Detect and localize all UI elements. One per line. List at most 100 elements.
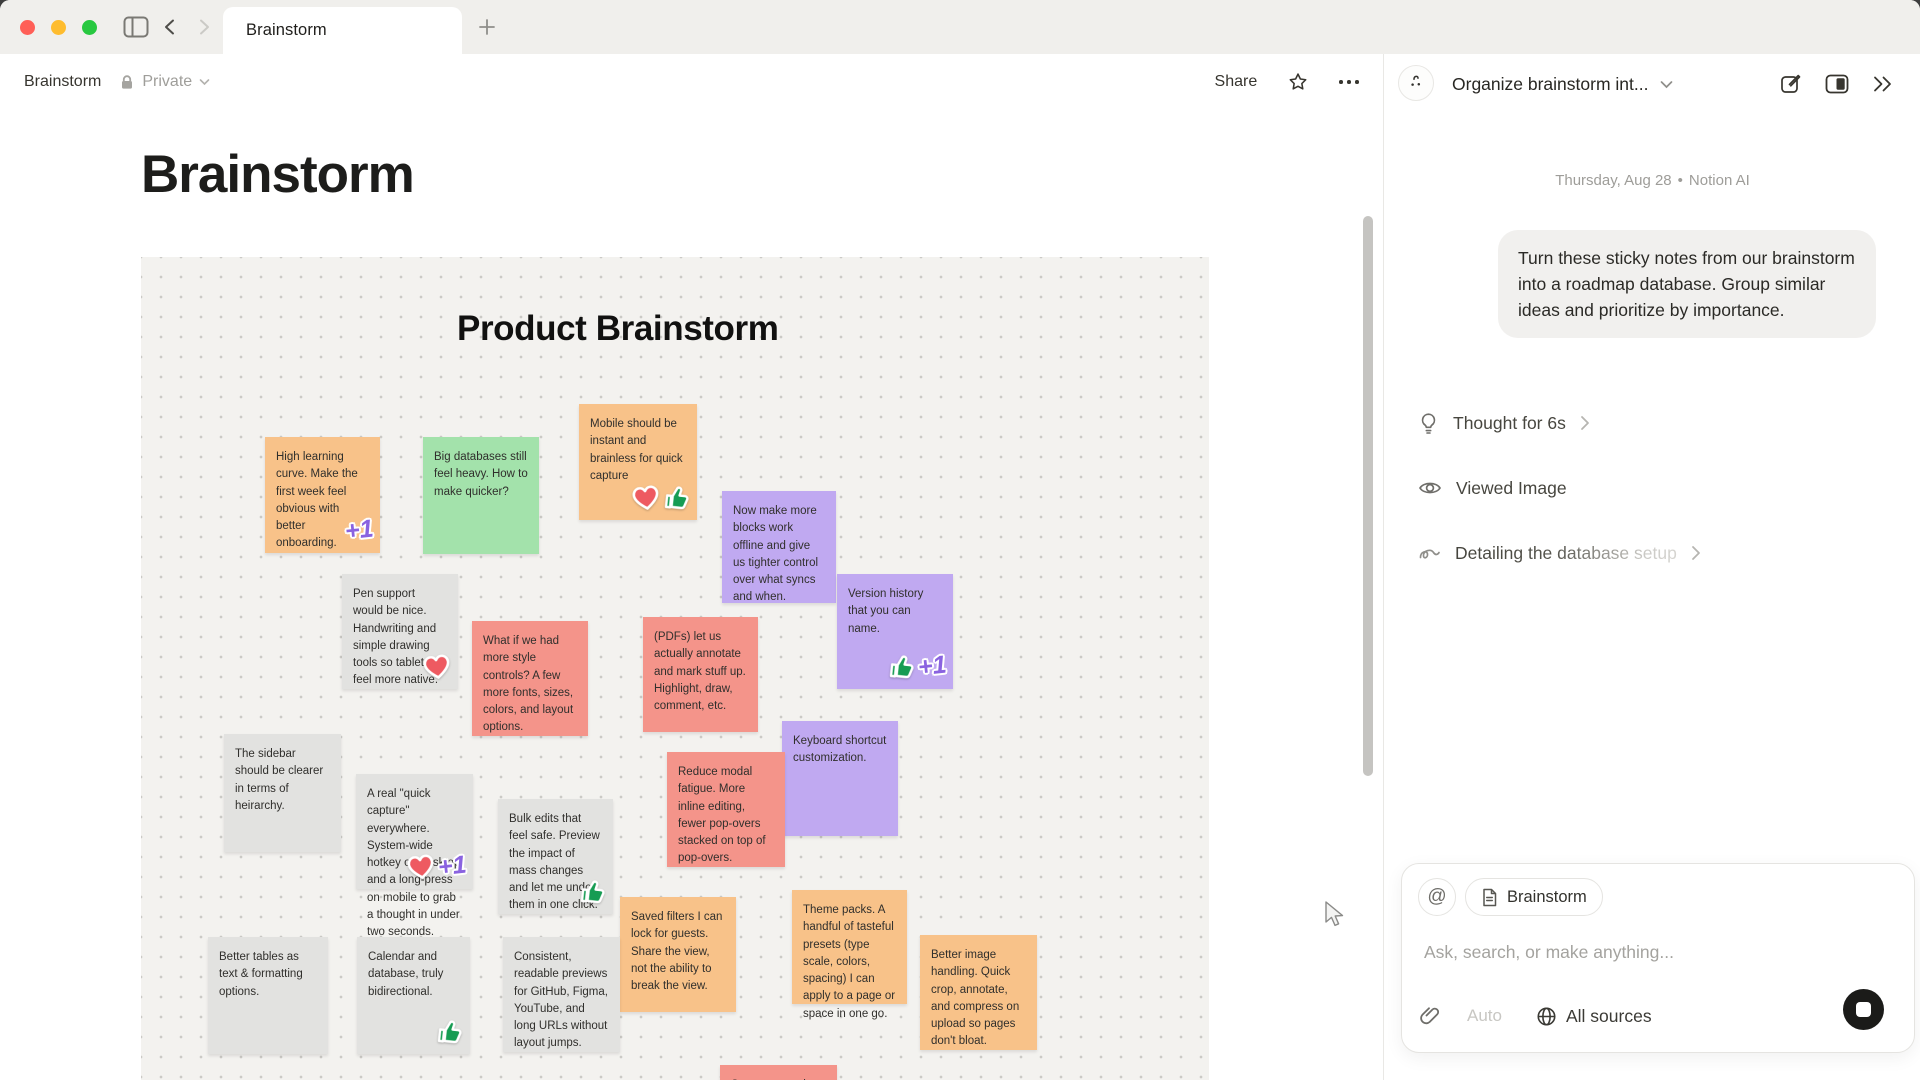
thumbs-up-sticker-icon — [578, 877, 609, 908]
sticker-row: +1 — [406, 852, 467, 881]
chevron-right-icon — [1580, 415, 1590, 431]
zoom-button[interactable] — [82, 20, 97, 35]
privacy-dropdown[interactable]: Private — [119, 73, 210, 91]
ai-step-row[interactable]: Detailing the database setup — [1418, 536, 1701, 570]
stop-button[interactable] — [1843, 989, 1884, 1030]
canvas-title: Product Brainstorm — [457, 309, 778, 349]
paperclip-icon — [1420, 1005, 1441, 1027]
chevron-right-icon — [1691, 545, 1701, 561]
chevron-down-icon — [199, 78, 210, 86]
thumbs-up-sticker-icon — [662, 483, 693, 514]
ai-step-row[interactable]: Thought for 6s — [1418, 406, 1701, 440]
lock-icon — [119, 74, 135, 91]
sticky-note-text: Big databases still feel heavy. How to m… — [434, 449, 528, 501]
collapse-panel-button[interactable] — [1872, 75, 1894, 93]
globe-icon — [1536, 1006, 1557, 1027]
sidebar-icon — [123, 16, 149, 38]
auto-mode-button[interactable]: Auto — [1467, 1006, 1502, 1026]
app-window: Brainstorm Brainstorm Private Share — [0, 0, 1920, 1080]
compose-icon — [1780, 73, 1802, 95]
sticky-note: Saved filters I can lock for guests. Sha… — [620, 897, 736, 1012]
sticker-row — [422, 653, 452, 681]
share-button[interactable]: Share — [1215, 73, 1258, 91]
attach-button[interactable] — [1420, 1005, 1441, 1027]
sticky-note-text: Better tables as text & formatting optio… — [219, 949, 317, 1001]
panel-layout-button[interactable] — [1825, 74, 1849, 94]
sticker-row — [631, 484, 691, 512]
thumbs-up-sticker-icon — [435, 1017, 466, 1048]
context-chip-label: Brainstorm — [1507, 888, 1587, 907]
minimize-button[interactable] — [51, 20, 66, 35]
ai-step-label: Viewed Image — [1456, 478, 1567, 499]
sticky-note: Calendar and database, truly bidirection… — [357, 937, 470, 1054]
thread-title: Organize brainstorm int... — [1452, 74, 1648, 95]
sticky-note: (PDFs) let us actually annotate and mark… — [643, 617, 758, 732]
sticky-note-text: Better image handling. Quick crop, annot… — [931, 947, 1026, 1051]
loop-icon — [1418, 544, 1441, 563]
sticky-note-text: Saved filters I can lock for guests. Sha… — [631, 909, 725, 995]
sticky-note-text: Mobile should be instant and brainless f… — [590, 416, 686, 485]
sticker-row: +1 — [888, 652, 947, 681]
context-chip[interactable]: Brainstorm — [1465, 878, 1603, 916]
editor-toolbar: Brainstorm Private Share — [0, 54, 1383, 110]
sticky-note: Mobile should be instant and brainless f… — [579, 404, 697, 520]
star-icon — [1287, 71, 1309, 93]
sticker-row — [579, 878, 607, 906]
ai-panel: Organize brainstorm int... Thursday, Aug… — [1385, 54, 1920, 1080]
sticky-note: Consistent, readable previews for GitHub… — [503, 937, 620, 1052]
sticker-row — [436, 1018, 464, 1046]
lightbulb-icon — [1418, 412, 1439, 435]
sticky-note-text: Now make more blocks work offline and gi… — [733, 503, 825, 607]
ai-step-label: Detailing the database setup — [1455, 543, 1677, 564]
thread-date: Thursday, Aug 28 — [1555, 172, 1671, 189]
chevron-left-icon — [161, 18, 179, 36]
thread-date-line: Thursday, Aug 28•Notion AI — [1385, 172, 1920, 189]
sticky-note: Big databases still feel heavy. How to m… — [423, 437, 539, 554]
sources-button[interactable]: All sources — [1536, 1006, 1652, 1027]
sticky-note: Better image handling. Quick crop, annot… — [920, 935, 1037, 1050]
ai-panel-header: Organize brainstorm int... — [1385, 54, 1920, 114]
sticker-row: +1 — [345, 516, 374, 545]
ai-steps: Thought for 6s Viewed Image Detailing the … — [1418, 406, 1701, 570]
close-button[interactable] — [20, 20, 35, 35]
dot-separator: • — [1678, 172, 1683, 189]
sticky-note: Bulk edits that feel safe. Preview the i… — [498, 799, 613, 914]
ai-step-row: Viewed Image — [1418, 471, 1701, 505]
ai-input-toolbar: Auto All sources — [1402, 994, 1914, 1038]
document-icon — [1481, 888, 1498, 907]
plus-icon — [477, 17, 497, 37]
thread-title-dropdown[interactable]: Organize brainstorm int... — [1452, 54, 1673, 114]
tab-title: Brainstorm — [246, 21, 327, 40]
scrollbar[interactable] — [1363, 216, 1373, 776]
sticky-note: Smarter search chips. — [720, 1065, 837, 1080]
sticky-note-text: Keyboard shortcut customization. — [793, 733, 887, 768]
sticky-note-text: The sidebar should be clearer in terms o… — [235, 746, 330, 815]
favorite-button[interactable] — [1287, 71, 1309, 93]
sticky-note: Theme packs. A handful of tasteful prese… — [792, 890, 907, 1004]
whiteboard-canvas[interactable]: Product Brainstorm High learning curve. … — [141, 257, 1209, 1080]
back-button[interactable] — [153, 10, 187, 44]
sticky-note: High learning curve. Make the first week… — [265, 437, 380, 553]
page-title[interactable]: Brainstorm — [141, 144, 1383, 205]
new-tab-button[interactable] — [470, 12, 504, 42]
ai-prompt-input[interactable] — [1424, 942, 1854, 963]
plus-one-sticker: +1 — [344, 515, 375, 547]
tab-brainstorm[interactable]: Brainstorm — [223, 7, 462, 54]
sidebar-toggle-button[interactable] — [119, 10, 153, 44]
forward-button[interactable] — [187, 10, 221, 44]
sticky-note: The sidebar should be clearer in terms o… — [224, 734, 341, 852]
sticky-note: Keyboard shortcut customization. — [782, 721, 898, 836]
mention-button[interactable]: @ — [1418, 878, 1456, 916]
stop-square-icon — [1856, 1002, 1871, 1017]
heart-sticker-icon — [420, 651, 454, 683]
eye-icon — [1418, 479, 1442, 497]
sticky-note: Version history that you can name. +1 — [837, 574, 953, 689]
new-chat-button[interactable] — [1780, 73, 1802, 95]
mouse-cursor — [1322, 900, 1348, 930]
sources-label: All sources — [1566, 1006, 1652, 1027]
breadcrumb[interactable]: Brainstorm — [24, 73, 101, 91]
sticky-note-text: Consistent, readable previews for GitHub… — [514, 949, 609, 1053]
sticky-note-text: Version history that you can name. — [848, 586, 942, 638]
sticky-note: Now make more blocks work offline and gi… — [722, 491, 836, 603]
more-button[interactable] — [1339, 80, 1359, 84]
